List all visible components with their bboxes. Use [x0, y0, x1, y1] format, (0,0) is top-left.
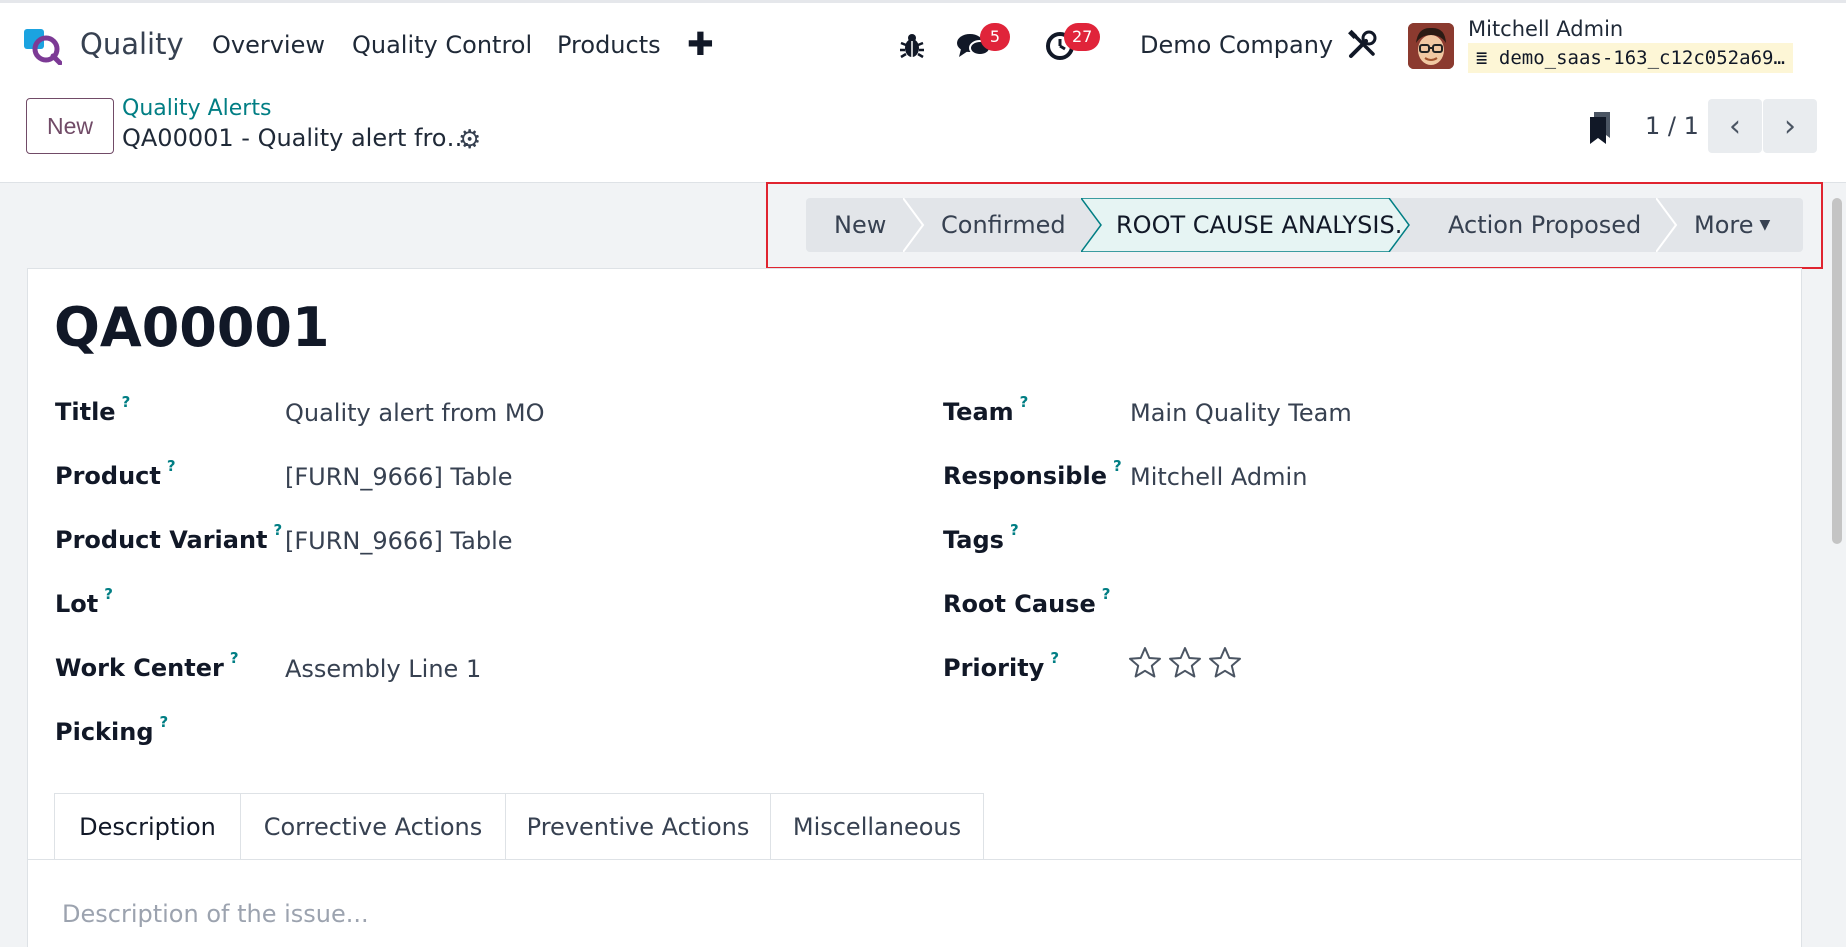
help-icon[interactable]: ?	[1050, 649, 1059, 667]
field-value-title[interactable]: Quality alert from MO	[285, 399, 545, 427]
field-value-picking[interactable]	[285, 719, 885, 749]
chevron-left-icon: ‹	[1729, 108, 1741, 144]
add-menu-icon[interactable]: ✚	[687, 25, 714, 63]
database-icon: ≣	[1476, 47, 1488, 69]
field-value-team[interactable]: Main Quality Team	[1130, 399, 1352, 427]
company-switcher[interactable]: Demo Company	[1140, 31, 1333, 59]
field-value-product[interactable]: [FURN_9666] Table	[285, 463, 513, 491]
messages-badge: 5	[980, 23, 1010, 51]
debug-bug-icon[interactable]	[896, 29, 928, 61]
field-label-work-center: Work Center?	[55, 649, 239, 682]
bookmarks-icon[interactable]	[1589, 112, 1611, 144]
description-editor[interactable]: Description of the issue...	[62, 900, 369, 928]
breadcrumb-current-record: QA00001 - Quality alert fro…	[122, 124, 471, 152]
help-icon[interactable]: ?	[122, 393, 131, 411]
help-icon[interactable]: ?	[1113, 457, 1122, 475]
help-icon[interactable]: ?	[167, 457, 176, 475]
field-label-product: Product?	[55, 457, 176, 490]
activities-badge: 27	[1064, 23, 1101, 51]
settings-tools-icon[interactable]	[1346, 29, 1378, 61]
help-icon[interactable]: ?	[1102, 585, 1111, 603]
record-reference: QA00001	[54, 296, 330, 359]
help-icon[interactable]: ?	[274, 521, 283, 539]
field-label-lot: Lot?	[55, 585, 113, 618]
field-value-tags[interactable]	[1130, 527, 1730, 557]
field-label-priority: Priority?	[943, 649, 1060, 682]
database-name-text: demo_saas-163_c12c052a69…	[1498, 47, 1785, 69]
priority-star-3[interactable]	[1208, 646, 1242, 680]
priority-star-2[interactable]	[1168, 646, 1202, 680]
help-icon[interactable]: ?	[104, 585, 113, 603]
database-name: ≣ demo_saas-163_c12c052a69…	[1468, 43, 1793, 73]
help-icon[interactable]: ?	[230, 649, 239, 667]
chevron-right-icon: ›	[1784, 108, 1796, 144]
tab-preventive-actions[interactable]: Preventive Actions	[505, 793, 771, 860]
quality-app-icon[interactable]	[24, 27, 62, 65]
help-icon[interactable]: ?	[160, 713, 169, 731]
field-label-team: Team?	[943, 393, 1029, 426]
field-value-product-variant[interactable]: [FURN_9666] Table	[285, 527, 513, 555]
statusbar-highlight-box	[766, 182, 1823, 269]
user-avatar[interactable]	[1408, 23, 1454, 69]
field-value-responsible[interactable]: Mitchell Admin	[1130, 463, 1307, 491]
priority-star-1[interactable]	[1128, 646, 1162, 680]
scrollbar-thumb[interactable]	[1832, 198, 1842, 544]
field-label-picking: Picking?	[55, 713, 169, 746]
tabs-divider	[27, 859, 1802, 860]
field-value-work-center[interactable]: Assembly Line 1	[285, 655, 481, 683]
help-icon[interactable]: ?	[1020, 393, 1029, 411]
gear-icon[interactable]: ⚙	[458, 125, 481, 155]
field-label-product-variant: Product Variant?	[55, 521, 283, 554]
tab-description[interactable]: Description	[54, 793, 241, 860]
field-label-title: Title?	[55, 393, 131, 426]
top-navbar: Quality Overview Quality Control Product…	[0, 0, 1846, 87]
menu-products[interactable]: Products	[557, 31, 661, 59]
field-value-root-cause[interactable]	[1130, 591, 1730, 621]
app-name[interactable]: Quality	[80, 27, 184, 61]
user-name[interactable]: Mitchell Admin	[1468, 17, 1623, 41]
pager-value[interactable]: 1 / 1	[1645, 112, 1699, 140]
pager-next-button[interactable]: ›	[1763, 99, 1817, 153]
field-label-tags: Tags?	[943, 521, 1019, 554]
menu-overview[interactable]: Overview	[212, 31, 325, 59]
help-icon[interactable]: ?	[1010, 521, 1019, 539]
new-record-button[interactable]: New	[26, 98, 114, 154]
field-value-lot[interactable]	[285, 591, 885, 621]
pager-previous-button[interactable]: ‹	[1708, 99, 1762, 153]
field-label-responsible: Responsible?	[943, 457, 1122, 490]
tab-miscellaneous[interactable]: Miscellaneous	[770, 793, 984, 860]
breadcrumb-quality-alerts[interactable]: Quality Alerts	[122, 96, 271, 121]
menu-quality-control[interactable]: Quality Control	[352, 31, 532, 59]
field-label-root-cause: Root Cause?	[943, 585, 1111, 618]
tab-corrective-actions[interactable]: Corrective Actions	[240, 793, 506, 860]
